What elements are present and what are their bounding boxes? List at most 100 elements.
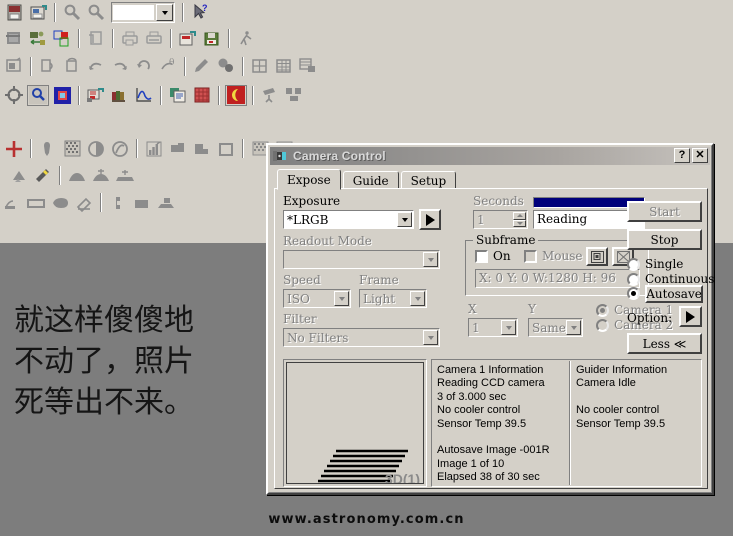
chevron-down-icon[interactable] [423, 330, 438, 345]
rotate-left-icon[interactable] [85, 56, 107, 77]
circle-slash-icon[interactable] [109, 138, 131, 159]
bin-y-combo[interactable]: Same [528, 318, 583, 337]
crosshair-icon[interactable] [3, 85, 25, 106]
moon-icon[interactable] [225, 84, 247, 106]
rotate-right-icon[interactable] [109, 56, 131, 77]
close-icon[interactable]: ✕ [692, 148, 708, 163]
stepper-buttons[interactable] [513, 212, 526, 227]
flip-vertical-icon[interactable] [61, 56, 83, 77]
color-combine-icon[interactable] [51, 28, 73, 49]
checkbox-box[interactable] [475, 249, 488, 263]
stepper-up-icon[interactable] [513, 212, 526, 220]
catalog-icon[interactable] [167, 85, 189, 106]
chevron-down-icon[interactable] [423, 252, 438, 267]
speed-combo[interactable]: ISO [283, 289, 351, 308]
open-fits-icon[interactable] [177, 28, 199, 49]
radio-box[interactable] [627, 272, 640, 286]
shape-poly-icon[interactable] [167, 138, 189, 159]
radio-box[interactable] [627, 287, 640, 300]
start-button[interactable]: Start [627, 201, 702, 222]
filter-combo[interactable]: No Filters [283, 328, 440, 347]
tab-expose[interactable]: Expose [277, 169, 341, 190]
chevron-down-icon[interactable] [501, 320, 516, 335]
mode-continuous-radio[interactable]: Continuous [627, 272, 714, 286]
hill-star-icon[interactable] [90, 165, 112, 186]
rotate-angle-icon[interactable]: θ [157, 56, 179, 77]
autosave-button[interactable]: Autosave [645, 285, 703, 303]
telescope-icon[interactable] [259, 85, 281, 106]
exposure-combo[interactable]: *LRGB [283, 210, 414, 229]
radio-box[interactable] [596, 303, 609, 317]
align-stack-icon[interactable] [1, 192, 23, 213]
radio-box[interactable] [627, 257, 640, 271]
wand-icon[interactable] [32, 165, 54, 186]
chevron-down-icon[interactable] [397, 212, 412, 227]
camera-control-icon[interactable] [85, 85, 107, 106]
mode-autosave-radio[interactable] [627, 287, 640, 300]
dropper-icon[interactable] [37, 138, 59, 159]
red-plus-icon[interactable] [3, 138, 25, 159]
hill-icon[interactable] [66, 165, 88, 186]
copy-page-icon[interactable] [85, 28, 107, 49]
subframe-mouse-checkbox[interactable]: Mouse [524, 249, 583, 263]
eraser-icon[interactable] [73, 192, 95, 213]
chevron-down-icon[interactable] [410, 291, 425, 306]
mountain-arrow-icon[interactable] [8, 165, 30, 186]
bin-x-combo[interactable]: 1 [468, 318, 518, 337]
palette-icon[interactable] [215, 56, 237, 77]
target-box-icon[interactable] [51, 85, 73, 106]
red-grid-icon[interactable] [191, 85, 213, 106]
preview-canvas[interactable]: 3D(1) [286, 362, 424, 484]
half-circle-icon[interactable] [85, 138, 107, 159]
shape-corner-icon[interactable] [191, 138, 213, 159]
bracket-icon[interactable] [107, 192, 129, 213]
frame-combo[interactable]: Light [359, 289, 427, 308]
noise-grid-icon[interactable] [61, 138, 83, 159]
flip-horizontal-icon[interactable] [37, 56, 59, 77]
readout-mode-combo[interactable] [283, 250, 440, 269]
radio-box[interactable] [596, 318, 609, 332]
open-image-icon[interactable] [3, 2, 25, 23]
help-button[interactable]: ? [674, 148, 690, 163]
chevron-down-icon[interactable] [334, 291, 349, 306]
checkbox-box[interactable] [524, 249, 537, 263]
window-image-icon[interactable] [3, 56, 25, 77]
seconds-stepper[interactable]: 1 [473, 210, 528, 229]
table-icon[interactable] [273, 56, 295, 77]
histogram-icon[interactable] [143, 138, 165, 159]
zoom-out-icon[interactable] [61, 2, 83, 23]
options-button[interactable] [679, 306, 702, 327]
grid-overlay-icon[interactable] [249, 56, 271, 77]
print-icon[interactable] [143, 28, 165, 49]
rotate-180-icon[interactable] [133, 56, 155, 77]
blob-icon[interactable] [49, 192, 71, 213]
square-outline-icon[interactable] [215, 138, 237, 159]
filled-rect-icon[interactable] [131, 192, 153, 213]
subframe-on-checkbox[interactable]: On [475, 249, 511, 263]
stop-button[interactable]: Stop [627, 229, 702, 250]
floppy-save-icon[interactable] [201, 28, 223, 49]
image-preview-panel[interactable]: 3D(1) [283, 359, 427, 487]
camera-transfer-icon[interactable] [27, 28, 49, 49]
chevron-down-icon[interactable] [156, 4, 173, 21]
dialog-titlebar[interactable]: Camera Control ? ✕ [270, 147, 710, 165]
stack-out-icon[interactable] [155, 192, 177, 213]
rect-frame-icon[interactable] [25, 192, 47, 213]
magnify-blue-icon[interactable] [27, 84, 49, 106]
subframe-pick-icon[interactable] [586, 247, 608, 266]
save-image-icon[interactable] [27, 2, 49, 23]
mode-single-radio[interactable]: Single [627, 257, 683, 271]
report-icon[interactable] [297, 56, 319, 77]
print-setup-icon[interactable] [119, 28, 141, 49]
film-strip-icon[interactable] [3, 28, 25, 49]
less-button[interactable]: Less ≪ [627, 333, 702, 354]
zoom-level-combo[interactable] [111, 2, 175, 23]
observatory-icon[interactable] [283, 85, 305, 106]
chevron-down-icon[interactable] [566, 320, 581, 335]
zoom-in-icon[interactable] [85, 2, 107, 23]
graph-curve-icon[interactable] [133, 85, 155, 106]
context-help-icon[interactable]: ? [189, 2, 211, 23]
exposure-run-button[interactable] [419, 209, 441, 230]
pencil-icon[interactable] [191, 56, 213, 77]
flat-star-icon[interactable] [114, 165, 136, 186]
